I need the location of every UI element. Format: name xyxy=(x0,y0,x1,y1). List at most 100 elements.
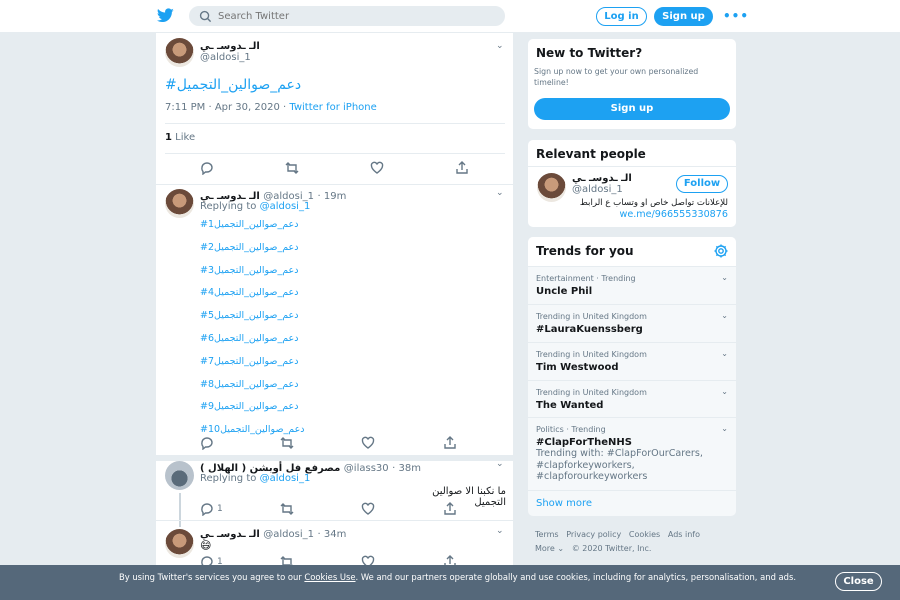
reply-icon[interactable] xyxy=(200,161,214,175)
tweet-source[interactable]: Twitter for iPhone xyxy=(289,102,376,113)
chevron-down-icon[interactable]: ⌄ xyxy=(496,459,504,469)
panel-title: New to Twitter? xyxy=(536,46,643,60)
tweet-timestamp[interactable]: 7:11 PM · Apr 30, 2020 xyxy=(165,102,280,113)
hashtag-link[interactable]: #دعم_صوالين_التجميل5 xyxy=(200,310,298,321)
avatar[interactable] xyxy=(165,529,194,558)
cookie-banner: By using Twitter's services you agree to… xyxy=(0,565,900,600)
like-icon[interactable] xyxy=(361,436,375,450)
chevron-down-icon[interactable]: ⌄ xyxy=(721,311,728,320)
share-icon[interactable] xyxy=(443,502,457,516)
footer: Terms Privacy policy Cookies Ads info Mo… xyxy=(535,528,735,556)
hashtag-link[interactable]: #دعم_صوالين_التجميل2 xyxy=(200,242,298,253)
retweet-icon[interactable] xyxy=(280,502,294,516)
hashtag-link[interactable]: #دعم_صوالين_التجميل1 xyxy=(200,219,298,230)
relevant-people-panel: Relevant people الـ ـدوسـ ـي @aldosi_1 F… xyxy=(527,139,737,228)
divider xyxy=(165,123,505,124)
retweet-icon[interactable] xyxy=(285,161,299,175)
trend-item[interactable]: Trending in United Kingdom The Wanted ⌄ xyxy=(528,380,736,417)
like-icon[interactable] xyxy=(370,161,384,175)
show-more-link[interactable]: Show more xyxy=(536,498,592,509)
search-icon xyxy=(199,10,212,23)
chevron-down-icon[interactable]: ⌄ xyxy=(496,188,504,198)
retweet-icon[interactable] xyxy=(280,436,294,450)
panel-description: Sign up now to get your own personalized… xyxy=(534,67,699,87)
person-name[interactable]: الـ ـدوسـ ـي xyxy=(572,173,632,184)
replying-to: Replying to @aldosi_1 xyxy=(200,201,311,212)
twitter-bird-icon[interactable] xyxy=(157,8,174,23)
trend-item[interactable]: Politics · Trending #ClapForTheNHS Trend… xyxy=(528,417,736,490)
reply-icon[interactable] xyxy=(200,502,214,516)
chevron-down-icon[interactable]: ⌄ xyxy=(721,273,728,282)
divider xyxy=(156,520,513,521)
footer-more-menu[interactable]: More ⌄ xyxy=(535,544,564,553)
author-handle[interactable]: @aldosi_1 xyxy=(263,529,314,540)
author-name[interactable]: الـ ـدوسـ ـي xyxy=(200,41,260,52)
hashtag-link[interactable]: #دعم_صوالين_التجميل6 xyxy=(200,333,298,344)
hashtag-link[interactable]: #دعم_صوالين_التجميل3 xyxy=(200,265,298,276)
trend-item[interactable]: Entertainment · Trending Uncle Phil ⌄ xyxy=(528,266,736,304)
hashtag-link[interactable]: #دعم_صوالين_التجميل8 xyxy=(200,379,298,390)
trend-item[interactable]: Trending in United Kingdom Tim Westwood … xyxy=(528,342,736,380)
share-icon[interactable] xyxy=(455,161,469,175)
cookies-use-link[interactable]: Cookies Use xyxy=(304,572,355,582)
new-to-twitter-panel: New to Twitter? Sign up now to get your … xyxy=(527,38,737,130)
like-icon[interactable] xyxy=(361,502,375,516)
divider xyxy=(528,166,736,167)
hashtag-link[interactable]: #دعم_صوالين_التجميل4 xyxy=(200,287,298,298)
cookie-text: By using Twitter's services you agree to… xyxy=(119,572,797,582)
author-handle[interactable]: @ilass30 xyxy=(344,463,389,474)
divider xyxy=(156,184,513,185)
chevron-down-icon[interactable]: ⌄ xyxy=(496,526,504,536)
bio-link[interactable]: we.me/966555330876 xyxy=(619,209,728,220)
show-more-row: Show more xyxy=(528,490,736,516)
trend-name: Tim Westwood xyxy=(536,362,619,373)
trend-name: The Wanted xyxy=(536,400,604,411)
tweet-time[interactable]: · 34m xyxy=(318,529,347,540)
trend-related: Trending with: #ClapForOurCarers, #clapf… xyxy=(536,448,703,482)
login-button[interactable]: Log in xyxy=(596,7,647,26)
trend-name: #ClapForTheNHS xyxy=(536,437,632,448)
hashtag-link[interactable]: #دعم_صوالين_التجميل9 xyxy=(200,401,298,412)
replying-to-handle[interactable]: @aldosi_1 xyxy=(260,201,311,212)
avatar[interactable] xyxy=(165,189,194,218)
trend-name: Uncle Phil xyxy=(536,286,593,297)
panel-title: Relevant people xyxy=(536,147,646,161)
footer-link-cookies[interactable]: Cookies xyxy=(629,530,660,539)
chevron-down-icon[interactable]: ⌄ xyxy=(721,387,728,396)
chevron-down-icon[interactable]: ⌄ xyxy=(721,424,728,433)
chevron-down-icon[interactable]: ⌄ xyxy=(721,349,728,358)
signup-button[interactable]: Sign up xyxy=(654,7,713,26)
hashtag-link[interactable]: #دعم_صوالين_التجميل7 xyxy=(200,356,298,367)
footer-link-privacy[interactable]: Privacy policy xyxy=(566,530,621,539)
tweet-time[interactable]: · 38m xyxy=(392,463,421,474)
search-input[interactable] xyxy=(218,7,498,25)
tweet-time[interactable]: · 19m xyxy=(318,191,347,202)
share-icon[interactable] xyxy=(443,436,457,450)
trend-meta: Trending in United Kingdom xyxy=(536,312,647,321)
likes-stat[interactable]: 1 Like xyxy=(165,132,195,143)
more-options-icon[interactable]: ••• xyxy=(723,9,749,23)
hashtag-link[interactable]: #دعم_صوالين_التجميل10 xyxy=(200,424,304,435)
reply-icon[interactable] xyxy=(200,436,214,450)
replying-to-handle[interactable]: @aldosi_1 xyxy=(260,473,311,484)
trend-item[interactable]: Trending in United Kingdom #LauraKuenssb… xyxy=(528,304,736,342)
person-handle[interactable]: @aldosi_1 xyxy=(572,184,623,195)
settings-gear-icon[interactable] xyxy=(714,244,728,258)
divider xyxy=(165,153,505,154)
avatar[interactable] xyxy=(165,38,194,67)
tweet-stream: الـ ـدوسـ ـي @aldosi_1 ⌄ #دعم_صوالين_الت… xyxy=(155,33,514,600)
footer-link-ads-info[interactable]: Ads info xyxy=(668,530,700,539)
chevron-down-icon[interactable]: ⌄ xyxy=(496,41,504,51)
avatar[interactable] xyxy=(165,461,194,490)
trend-meta: Entertainment · Trending xyxy=(536,274,636,283)
search-bar[interactable] xyxy=(189,6,505,26)
signup-button[interactable]: Sign up xyxy=(534,98,730,120)
tweet-hashtag[interactable]: #دعم_صوالين_التجميل xyxy=(165,77,301,93)
reply-count: 1 xyxy=(217,504,223,514)
trend-meta: Politics · Trending xyxy=(536,425,606,434)
top-navigation-bar: Log in Sign up ••• xyxy=(0,0,900,33)
footer-link-terms[interactable]: Terms xyxy=(535,530,559,539)
close-button[interactable]: Close xyxy=(835,572,882,591)
author-handle[interactable]: @aldosi_1 xyxy=(200,52,251,63)
follow-button[interactable]: Follow xyxy=(676,175,728,193)
